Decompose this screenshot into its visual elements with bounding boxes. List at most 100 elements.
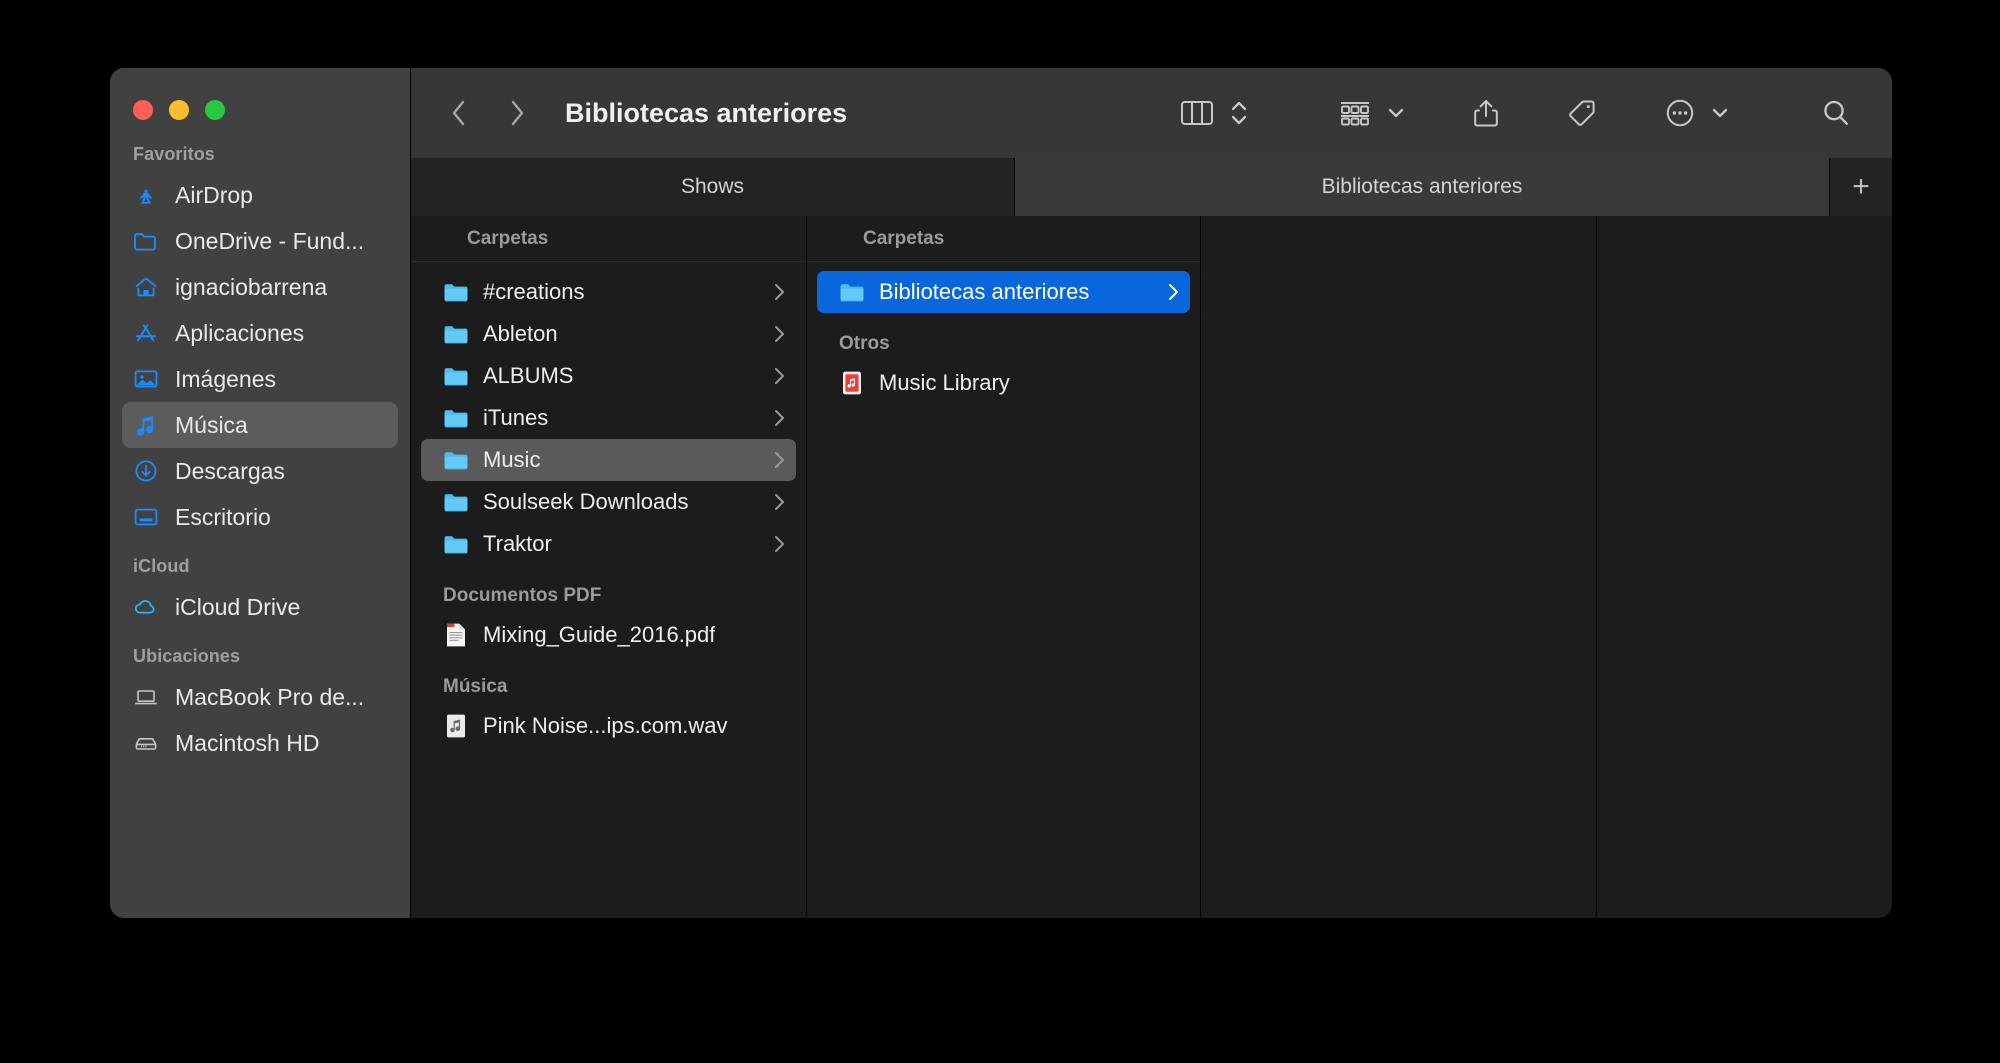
sidebar-item-label: Música: [175, 412, 248, 439]
group-items-icon[interactable]: [1328, 91, 1382, 135]
folder-icon: [133, 228, 159, 254]
tab-shows[interactable]: Shows: [411, 158, 1015, 216]
tag-icon[interactable]: [1556, 91, 1608, 135]
sidebar-item-label: iCloud Drive: [175, 594, 300, 621]
folder-icon: [839, 279, 865, 305]
folder-icon: [443, 531, 469, 557]
column-1-header: Carpetas: [411, 216, 806, 262]
chevron-right-icon: [773, 366, 796, 386]
window-controls: [110, 86, 410, 128]
column-2-header: Carpetas: [807, 216, 1200, 262]
sidebar-item-label: Escritorio: [175, 504, 271, 531]
list-item-label: Ableton: [483, 321, 558, 347]
downloads-icon: [133, 458, 159, 484]
folder-icon: [443, 489, 469, 515]
list-item-label: ALBUMS: [483, 363, 573, 389]
column-2-body: Bibliotecas anteriores Otros: [807, 262, 1200, 918]
list-item[interactable]: Pink Noise...ips.com.wav: [421, 705, 796, 747]
list-item-bibliotecas-anteriores[interactable]: Bibliotecas anteriores: [817, 271, 1190, 313]
sidebar-item-label: ignaciobarrena: [175, 274, 327, 301]
list-item[interactable]: Mixing_Guide_2016.pdf: [421, 614, 796, 656]
search-icon[interactable]: [1810, 91, 1862, 135]
window-title: Bibliotecas anteriores: [565, 98, 847, 129]
finder-window: Favoritos AirDrop OneDrive -: [110, 68, 1892, 918]
group-header-otros: Otros: [807, 313, 1200, 362]
music-note-icon: [133, 412, 159, 438]
chevron-right-icon: [773, 450, 796, 470]
laptop-icon: [133, 684, 159, 710]
group-chevron-down-icon[interactable]: [1382, 91, 1416, 135]
tab-label: Shows: [681, 175, 744, 199]
chevron-right-icon: [773, 534, 796, 554]
music-library-file-icon: [839, 370, 865, 396]
sidebar-item-label: Macintosh HD: [175, 730, 319, 757]
sidebar-section-ubicaciones: Ubicaciones: [110, 630, 410, 674]
applications-icon: [133, 320, 159, 346]
sidebar-item-label: Aplicaciones: [175, 320, 304, 347]
chevron-right-icon: [773, 492, 796, 512]
column-view: Carpetas #creations: [410, 216, 1892, 918]
cloud-icon: [133, 594, 159, 620]
list-item-label: iTunes: [483, 405, 548, 431]
more-options-icon[interactable]: [1654, 91, 1706, 135]
list-item[interactable]: #creations: [421, 271, 796, 313]
sidebar-item-imagenes[interactable]: Imágenes: [122, 356, 398, 402]
pictures-icon: [133, 366, 159, 392]
column-4-body: [1597, 216, 1892, 918]
zoom-button[interactable]: [205, 100, 225, 120]
view-stepper-icon[interactable]: [1224, 91, 1258, 135]
sidebar-item-icloud-drive[interactable]: iCloud Drive: [122, 584, 398, 630]
toolbar-right-group: [1170, 91, 1892, 135]
chevron-right-icon: [773, 282, 796, 302]
chevron-right-icon: [1167, 282, 1190, 302]
close-button[interactable]: [133, 100, 153, 120]
minimize-button[interactable]: [169, 100, 189, 120]
list-item-label: Music: [483, 447, 540, 473]
list-item-music-library[interactable]: Music Library: [817, 362, 1190, 404]
new-tab-button[interactable]: +: [1830, 158, 1892, 216]
share-icon[interactable]: [1462, 91, 1510, 135]
folder-icon: [443, 321, 469, 347]
folder-icon: [443, 405, 469, 431]
audio-file-icon: [443, 713, 469, 739]
tab-bibliotecas-anteriores[interactable]: Bibliotecas anteriores: [1015, 158, 1830, 216]
column-view-icon[interactable]: [1170, 91, 1224, 135]
list-item[interactable]: Soulseek Downloads: [421, 481, 796, 523]
list-item-label: Mixing_Guide_2016.pdf: [483, 622, 715, 648]
sidebar-item-escritorio[interactable]: Escritorio: [122, 494, 398, 540]
sidebar-item-macintosh-hd[interactable]: Macintosh HD: [122, 720, 398, 766]
list-item[interactable]: ALBUMS: [421, 355, 796, 397]
sidebar-item-musica[interactable]: Música: [122, 402, 398, 448]
sidebar-item-label: Descargas: [175, 458, 285, 485]
group-header-documentos-pdf: Documentos PDF: [411, 565, 806, 614]
folder-icon: [443, 279, 469, 305]
home-icon: [133, 274, 159, 300]
sidebar-section-icloud: iCloud: [110, 540, 410, 584]
desktop-icon: [133, 504, 159, 530]
sidebar-item-label: AirDrop: [175, 182, 253, 209]
list-item[interactable]: Traktor: [421, 523, 796, 565]
harddisk-icon: [133, 730, 159, 756]
list-item[interactable]: Ableton: [421, 313, 796, 355]
more-chevron-down-icon[interactable]: [1706, 91, 1740, 135]
sidebar: Favoritos AirDrop OneDrive -: [110, 68, 410, 918]
forward-button[interactable]: [495, 91, 539, 135]
sidebar-item-home[interactable]: ignaciobarrena: [122, 264, 398, 310]
sidebar-item-descargas[interactable]: Descargas: [122, 448, 398, 494]
list-item-label: Music Library: [879, 370, 1010, 396]
column-3-body: [1201, 216, 1596, 918]
sidebar-item-macbook-pro[interactable]: MacBook Pro de...: [122, 674, 398, 720]
back-button[interactable]: [437, 91, 481, 135]
toolbar: Bibliotecas anteriores: [410, 68, 1892, 158]
folder-icon: [443, 447, 469, 473]
airdrop-icon: [133, 182, 159, 208]
list-item-label: Pink Noise...ips.com.wav: [483, 713, 728, 739]
list-item-music[interactable]: Music: [421, 439, 796, 481]
sidebar-item-airdrop[interactable]: AirDrop: [122, 172, 398, 218]
sidebar-item-onedrive[interactable]: OneDrive - Fund...: [122, 218, 398, 264]
sidebar-item-aplicaciones[interactable]: Aplicaciones: [122, 310, 398, 356]
pdf-file-icon: [443, 622, 469, 648]
sidebar-item-label: Imágenes: [175, 366, 276, 393]
sidebar-item-label: MacBook Pro de...: [175, 684, 364, 711]
list-item[interactable]: iTunes: [421, 397, 796, 439]
